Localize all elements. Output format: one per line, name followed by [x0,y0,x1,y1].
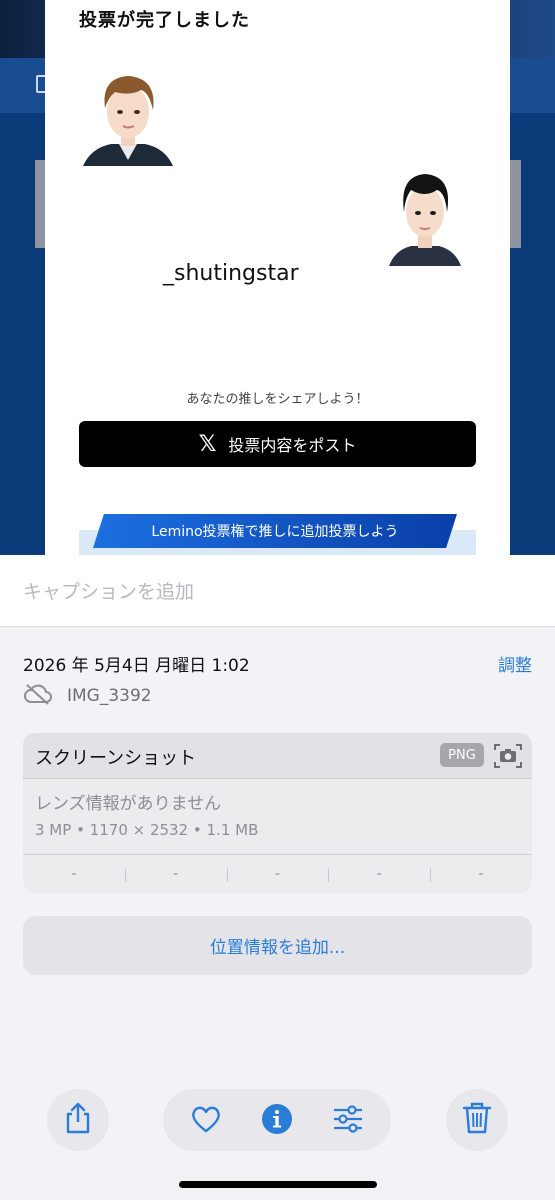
exif-cell: - [71,866,77,882]
lemino-banner[interactable]: Lemino投票権で推しに追加投票しよう [93,514,457,548]
file-name: IMG_3392 [67,686,152,706]
exif-cell: - [430,866,532,882]
share-button[interactable] [47,1089,109,1151]
cloud-off-icon [23,683,53,709]
photo-datetime: 2026 年 5月4日 月曜日 1:02 [23,656,250,676]
heart-icon[interactable] [190,1103,222,1139]
exif-cell: - [328,866,430,882]
caption-placeholder: キャプションを追加 [23,581,195,603]
file-row: IMG_3392 [23,683,152,709]
image-specs: 3 MP • 1170 × 2532 • 1.1 MB [35,821,259,839]
adjust-icon[interactable] [332,1103,364,1139]
home-indicator[interactable] [179,1181,377,1188]
info-icon[interactable] [261,1103,293,1139]
photo-preview[interactable]: 投票が完了しました _shutingstar あなたの推しをシェアしよう！ 𝕏 … [0,0,555,555]
modal-title: 投票が完了しました [79,10,250,31]
delete-button[interactable] [446,1089,508,1151]
action-group [163,1089,391,1151]
post-button[interactable]: 𝕏 投票内容をポスト [79,421,476,467]
exif-cell: - [226,866,329,882]
screenshot-camera-icon [493,742,523,774]
post-button-label: 投票内容をポスト [228,436,357,455]
username: _shutingstar [163,261,299,286]
add-location-button[interactable]: 位置情報を追加... [23,916,532,975]
source-label: スクリーンショット [35,748,197,769]
photo-side-panel [509,160,521,248]
share-hint: あなたの推しをシェアしよう！ [186,392,369,407]
metadata-card-header: スクリーンショット PNG [23,733,532,779]
trash-icon [462,1101,492,1139]
metadata-card: スクリーンショット PNG レンズ情報がありません 3 MP • 1170 × … [23,733,532,893]
share-icon [63,1101,93,1139]
adjust-button[interactable]: 調整 [498,651,532,676]
caption-field[interactable]: キャプションを追加 [0,555,555,627]
member-photo [389,168,461,266]
member-photo [81,70,175,166]
exif-row: - - - - - [23,854,532,893]
vote-complete-modal: 投票が完了しました _shutingstar あなたの推しをシェアしよう！ 𝕏 … [45,0,510,555]
format-badge: PNG [440,743,484,767]
exif-cell: - [124,866,227,882]
x-logo-icon: 𝕏 [198,431,217,457]
lens-info: レンズ情報がありません [35,794,222,814]
